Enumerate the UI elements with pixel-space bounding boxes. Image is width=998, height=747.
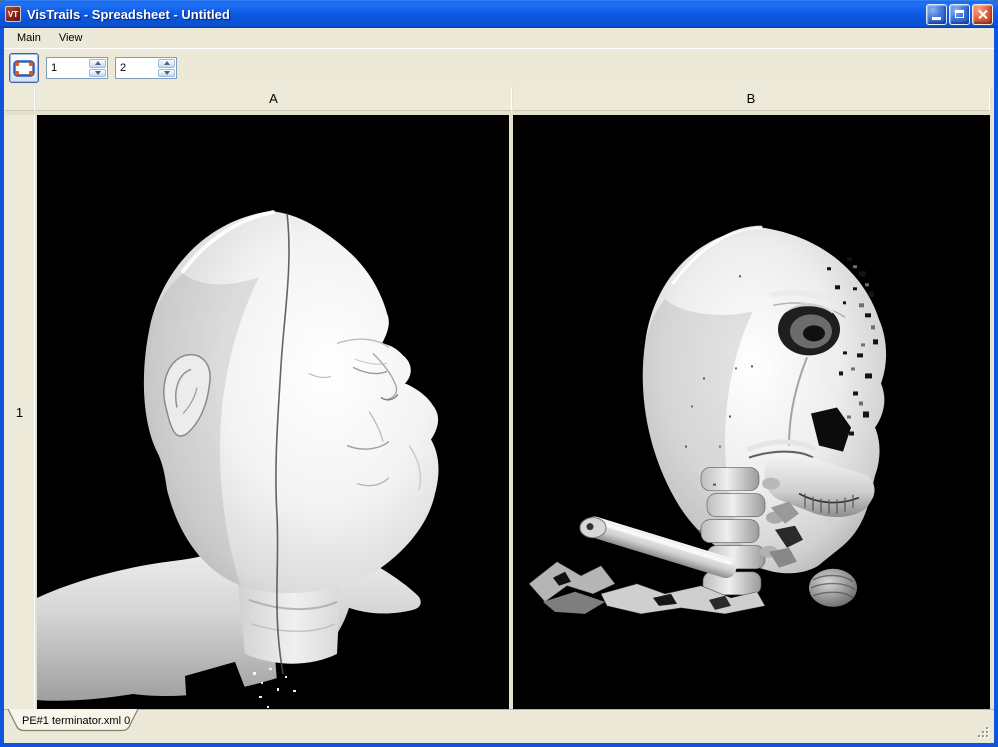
resize-grip[interactable] (978, 727, 980, 729)
column-count-up-button[interactable] (158, 59, 175, 68)
tab-label: PE#1 terminator.xml 0 (22, 715, 130, 727)
window-title: VisTrails - Spreadsheet - Untitled (27, 7, 924, 22)
column-header-a[interactable]: A (36, 87, 512, 111)
row-count-spin-buttons (88, 58, 107, 78)
skull-rendering (513, 115, 990, 709)
fullscreen-icon (13, 60, 35, 77)
down-arrow-icon (164, 71, 170, 75)
sheet-tab-bar: PE#1 terminator.xml 0 (4, 709, 994, 743)
menu-main[interactable]: Main (8, 29, 50, 47)
column-count-spin-buttons (157, 58, 176, 78)
row-count-up-button[interactable] (89, 59, 106, 68)
minimize-button[interactable] (926, 4, 947, 25)
titlebar: VT VisTrails - Spreadsheet - Untitled (0, 0, 998, 28)
vistrails-spreadsheet-window: VT VisTrails - Spreadsheet - Untitled Ma… (0, 0, 998, 747)
menubar: Main View (4, 28, 994, 48)
head-rendering (37, 115, 509, 709)
row-header-1[interactable]: 1 (5, 115, 35, 709)
column-header-b[interactable]: B (513, 87, 990, 111)
spreadsheet: A B 1 (5, 87, 993, 710)
toolbar (4, 48, 994, 87)
down-arrow-icon (95, 71, 101, 75)
maximize-icon (955, 10, 964, 18)
up-arrow-icon (164, 61, 170, 65)
up-arrow-icon (95, 61, 101, 65)
column-count-input[interactable] (116, 58, 157, 78)
close-button[interactable] (972, 4, 993, 25)
minimize-icon (932, 17, 941, 20)
cell-a1[interactable] (37, 115, 509, 709)
row-count-input[interactable] (47, 58, 88, 78)
close-icon (977, 9, 988, 20)
column-count-spinbox (115, 57, 177, 79)
menu-view[interactable]: View (50, 29, 92, 47)
window-body: Main View (0, 28, 998, 747)
cell-b1[interactable] (513, 115, 990, 709)
column-count-down-button[interactable] (158, 69, 175, 78)
tab-pe1-terminator[interactable]: PE#1 terminator.xml 0 (7, 709, 141, 732)
row-count-spinbox (46, 57, 108, 79)
fullscreen-button[interactable] (9, 53, 39, 83)
maximize-button[interactable] (949, 4, 970, 25)
vistrails-app-icon: VT (5, 6, 21, 22)
row-count-down-button[interactable] (89, 69, 106, 78)
sheet-corner (5, 87, 35, 111)
